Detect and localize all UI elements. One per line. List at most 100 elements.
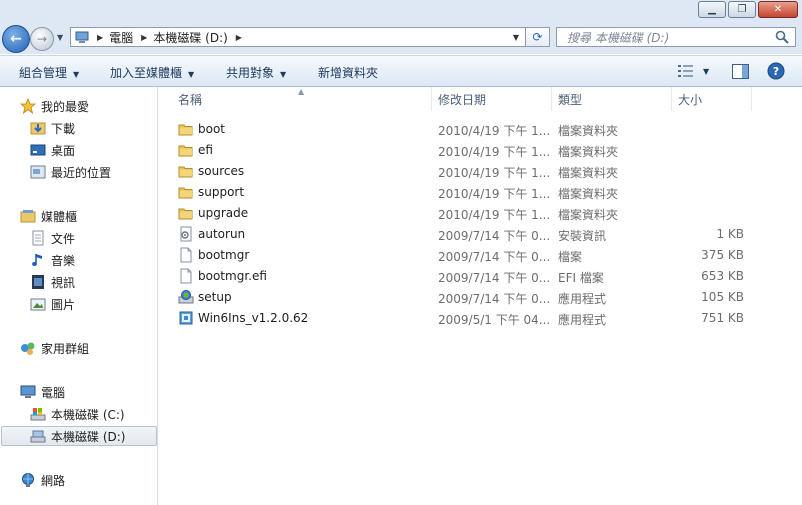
search-icon[interactable] — [775, 30, 789, 44]
breadcrumb-separator[interactable]: ▶ — [141, 33, 147, 42]
breadcrumb-separator[interactable]: ▶ — [97, 33, 103, 42]
file-name: setup — [198, 290, 232, 304]
back-button[interactable]: ← — [2, 25, 30, 53]
column-header-name[interactable]: 名稱 — [172, 87, 432, 111]
file-type: 檔案資料夾 — [558, 145, 619, 159]
file-row[interactable]: bootmgr.efi 2009/7/14 下午 0... EFI 檔案 653 KB — [159, 266, 802, 287]
sidebar-item-label: 最近的位置 — [51, 165, 112, 180]
column-header-size[interactable]: 大小 — [672, 87, 752, 111]
sidebar-item-network[interactable]: 網路 — [20, 470, 65, 490]
column-header-label: 大小 — [678, 92, 703, 107]
refresh-button[interactable]: ⟳ — [526, 27, 550, 47]
folder-icon — [178, 205, 194, 221]
sidebar-item-computer[interactable]: 電腦 — [20, 382, 65, 402]
caret-down-icon: ▼ — [280, 70, 287, 79]
file-row[interactable]: setup 2009/7/14 下午 0... 應用程式 105 KB — [159, 287, 802, 308]
computer-icon — [20, 384, 36, 400]
help-icon: ? — [767, 62, 785, 80]
column-header-type[interactable]: 類型 — [552, 87, 672, 111]
preview-pane-icon — [732, 63, 749, 79]
sidebar-item-favorites[interactable]: 我的最愛 — [20, 96, 89, 116]
sidebar-item-documents[interactable]: 文件 — [30, 228, 75, 248]
navigation-bar: ← → ▼ ▶ 電腦 ▶ 本機磁碟 (D:) ▶ ▼ ⟳ 搜尋 本機磁碟 (D:… — [0, 24, 802, 54]
sidebar-item-homegroup[interactable]: 家用群組 — [20, 338, 89, 358]
forward-button[interactable]: → — [30, 27, 54, 51]
file-date-modified: 2009/7/14 下午 0... — [438, 229, 551, 243]
include-in-library-button[interactable]: 加入至媒體櫃 ▼ — [110, 64, 194, 81]
documents-icon — [30, 230, 46, 246]
sidebar-item-label: 圖片 — [51, 297, 76, 312]
breadcrumb-computer[interactable]: 電腦 — [109, 29, 133, 46]
close-button[interactable]: ✕ — [758, 1, 798, 18]
sidebar-item-libraries[interactable]: 媒體櫃 — [20, 206, 77, 226]
sidebar-item-label: 視訊 — [51, 275, 76, 290]
sidebar-item-label: 媒體櫃 — [41, 209, 78, 224]
folder-icon — [178, 142, 194, 158]
change-view-button[interactable]: ▼ — [677, 62, 709, 80]
recent-places-icon — [30, 164, 46, 180]
sidebar-item-label: 下載 — [51, 121, 76, 136]
file-row[interactable]: sources 2010/4/19 下午 1... 檔案資料夾 — [159, 161, 802, 182]
minimize-button[interactable]: ▁ — [698, 1, 726, 18]
sidebar-item-desktop[interactable]: 桌面 — [30, 140, 75, 160]
sidebar-item-label: 我的最愛 — [41, 99, 90, 114]
pictures-icon — [30, 296, 46, 312]
sidebar-item-recent-places[interactable]: 最近的位置 — [30, 162, 111, 182]
file-date-modified: 2009/7/14 下午 0... — [438, 271, 551, 285]
file-size: 105 KB — [701, 290, 744, 304]
sidebar-item-label: 文件 — [51, 231, 76, 246]
sidebar-item-label: 網路 — [41, 473, 66, 488]
file-date-modified: 2009/7/14 下午 0... — [438, 250, 551, 264]
star-icon — [20, 98, 36, 114]
column-header-date-modified[interactable]: 修改日期 — [432, 87, 552, 111]
address-bar[interactable]: ▶ 電腦 ▶ 本機磁碟 (D:) ▶ ▼ — [70, 27, 526, 47]
search-input[interactable]: 搜尋 本機磁碟 (D:) — [556, 27, 796, 47]
file-size: 375 KB — [701, 248, 744, 262]
address-dropdown-icon[interactable]: ▼ — [513, 33, 519, 42]
sidebar-item-label: 家用群組 — [41, 341, 90, 356]
file-row[interactable]: autorun 2009/7/14 下午 0... 安裝資訊 1 KB — [159, 224, 802, 245]
help-button[interactable]: ? — [767, 62, 785, 80]
desktop-icon — [30, 142, 46, 158]
column-header-label: 名稱 — [178, 92, 203, 107]
new-folder-button[interactable]: 新增資料夾 — [318, 64, 378, 81]
sidebar-item-drive-d[interactable]: 本機磁碟 (D:) — [1, 426, 157, 446]
sidebar-item-pictures[interactable]: 圖片 — [30, 294, 75, 314]
organize-button[interactable]: 組合管理 ▼ — [19, 64, 79, 81]
folder-icon — [178, 184, 194, 200]
sidebar-item-music[interactable]: 音樂 — [30, 250, 75, 270]
file-row[interactable]: bootmgr 2009/7/14 下午 0... 檔案 375 KB — [159, 245, 802, 266]
include-in-library-label: 加入至媒體櫃 — [110, 66, 183, 80]
sidebar-item-drive-c[interactable]: 本機磁碟 (C:) — [30, 404, 125, 424]
breadcrumb-separator[interactable]: ▶ — [236, 33, 242, 42]
view-details-icon — [678, 65, 693, 77]
maximize-button[interactable]: ❐ — [728, 1, 756, 18]
file-row[interactable]: Win6Ins_v1.2.0.62 2009/5/1 下午 04... 應用程式 75… — [159, 308, 802, 329]
file-list: ▲ 名稱 修改日期 類型 大小 boot 2010/4/19 下午 1... 檔案資… — [159, 87, 802, 505]
file-type: 檔案資料夾 — [558, 166, 619, 180]
preview-pane-button[interactable] — [732, 62, 749, 80]
file-size: 653 KB — [701, 269, 744, 283]
file-icon — [178, 268, 194, 284]
file-type: EFI 檔案 — [558, 271, 604, 285]
navigation-pane: 我的最愛 下載 桌面 最近的位置 媒體櫃 文件 音樂 視訊 圖片 家用群組 電腦 — [0, 87, 158, 505]
sidebar-item-videos[interactable]: 視訊 — [30, 272, 75, 292]
sidebar-item-downloads[interactable]: 下載 — [30, 118, 75, 138]
recent-pages-dropdown[interactable]: ▼ — [57, 33, 63, 42]
installer-app-icon — [178, 310, 194, 326]
title-bar: ▁ ❐ ✕ — [0, 0, 802, 24]
breadcrumb-drive-d[interactable]: 本機磁碟 (D:) — [153, 29, 227, 46]
file-row[interactable]: boot 2010/4/19 下午 1... 檔案資料夾 — [159, 119, 802, 140]
file-name: efi — [198, 143, 213, 157]
file-row[interactable]: efi 2010/4/19 下午 1... 檔案資料夾 — [159, 140, 802, 161]
file-type: 應用程式 — [558, 313, 607, 327]
file-size: 751 KB — [701, 311, 744, 325]
file-row[interactable]: upgrade 2010/4/19 下午 1... 檔案資料夾 — [159, 203, 802, 224]
file-date-modified: 2009/7/14 下午 0... — [438, 292, 551, 306]
homegroup-icon — [20, 340, 36, 356]
file-row[interactable]: support 2010/4/19 下午 1... 檔案資料夾 — [159, 182, 802, 203]
file-type: 檔案資料夾 — [558, 208, 619, 222]
file-type: 應用程式 — [558, 292, 607, 306]
setup-app-icon — [178, 289, 194, 305]
share-with-button[interactable]: 共用對象 ▼ — [226, 64, 286, 81]
